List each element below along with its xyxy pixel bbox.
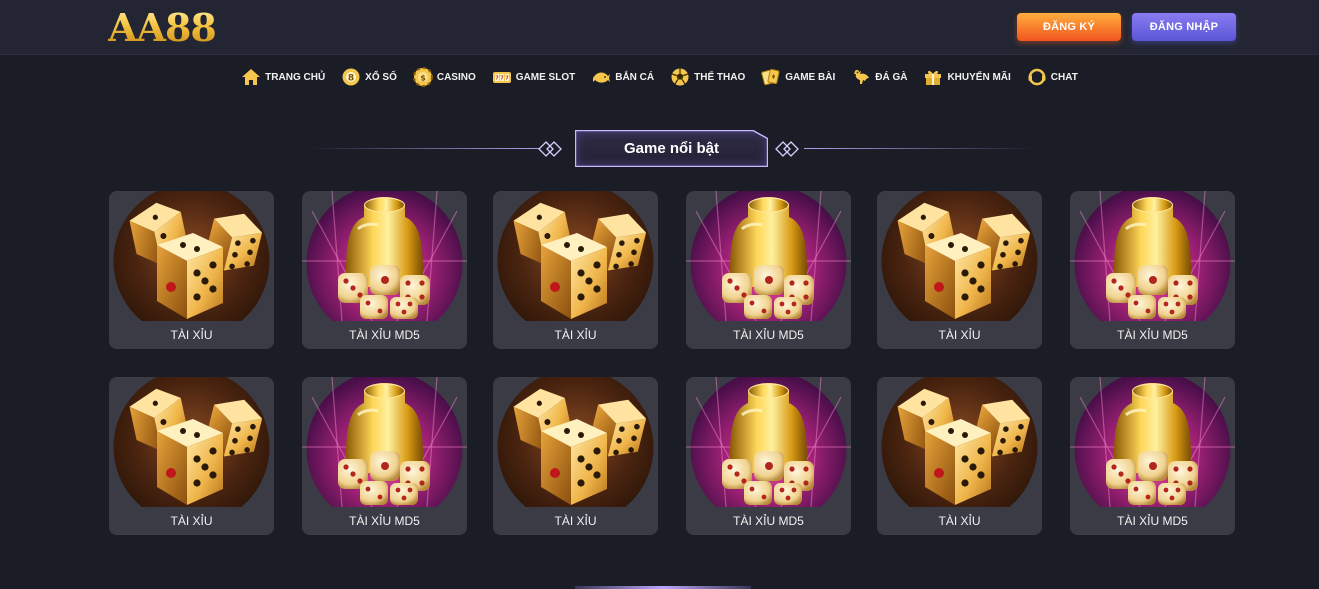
diamond-ornament-icon bbox=[538, 141, 562, 157]
svg-text:8: 8 bbox=[348, 74, 354, 84]
svg-text:7: 7 bbox=[505, 76, 509, 82]
dice-image bbox=[493, 377, 658, 507]
game-card-label: TÀI XỈU bbox=[109, 507, 274, 535]
dice-image bbox=[877, 191, 1042, 321]
dice-image bbox=[493, 191, 658, 321]
golden-cup-dice-image bbox=[686, 191, 851, 321]
nav-label: CASINO bbox=[436, 71, 476, 83]
nav-label: KHUYẾN MÃI bbox=[947, 71, 1011, 83]
svg-text:$: $ bbox=[420, 74, 426, 83]
dice-image bbox=[109, 377, 274, 507]
nav-item-sports[interactable]: THỂ THAO bbox=[662, 67, 753, 87]
game-card[interactable]: TÀI XỈU MD5 bbox=[1070, 377, 1235, 535]
rooster-icon bbox=[851, 67, 871, 87]
game-card[interactable]: TÀI XỈU MD5 bbox=[686, 377, 851, 535]
divider-line-left bbox=[310, 148, 540, 149]
game-card-label: TÀI XỈU MD5 bbox=[686, 321, 851, 349]
game-card[interactable]: TÀI XỈU MD5 bbox=[302, 191, 467, 349]
casino-chip-icon: $ bbox=[412, 67, 433, 87]
login-button[interactable]: ĐĂNG NHẬP bbox=[1132, 13, 1236, 41]
game-card-label: TÀI XỈU MD5 bbox=[686, 507, 851, 535]
game-card[interactable]: TÀI XỈU bbox=[493, 377, 658, 535]
game-card-label: TÀI XỈU bbox=[877, 321, 1042, 349]
soccer-ball-icon bbox=[670, 67, 690, 87]
golden-cup-dice-image bbox=[1070, 191, 1235, 321]
nav-label: TRANG CHỦ bbox=[265, 71, 326, 83]
home-icon bbox=[241, 67, 261, 87]
nav-item-promotions[interactable]: KHUYẾN MÃI bbox=[915, 67, 1018, 87]
nav-item-cockfight[interactable]: ĐÁ GÀ bbox=[843, 67, 915, 87]
chat-icon bbox=[1027, 67, 1047, 87]
game-card-label: TÀI XỈU bbox=[877, 507, 1042, 535]
game-card-label: TÀI XỈU bbox=[493, 507, 658, 535]
lottery-ball-icon: 8 bbox=[341, 67, 361, 87]
svg-text:7: 7 bbox=[500, 76, 504, 82]
game-card[interactable]: TÀI XỈU MD5 bbox=[686, 191, 851, 349]
golden-cup-dice-image bbox=[686, 377, 851, 507]
section-title: Game nổi bật bbox=[575, 130, 768, 167]
nav-label: GAME BÀI bbox=[785, 71, 836, 83]
nav-item-card-games[interactable]: GAME BÀI bbox=[753, 67, 843, 87]
game-card[interactable]: TÀI XỈU bbox=[109, 191, 274, 349]
golden-cup-dice-image bbox=[302, 191, 467, 321]
nav-label: CHAT bbox=[1050, 71, 1078, 83]
game-card[interactable]: TÀI XỈU MD5 bbox=[1070, 191, 1235, 349]
nav-label: GAME SLOT bbox=[515, 71, 576, 83]
featured-games-heading: Game nổi bật bbox=[0, 128, 1319, 168]
nav-item-casino[interactable]: $ CASINO bbox=[405, 67, 484, 87]
svg-text:7: 7 bbox=[495, 76, 499, 82]
game-card-label: TÀI XỈU bbox=[109, 321, 274, 349]
divider-line-right bbox=[804, 148, 1034, 149]
game-card-label: TÀI XỈU MD5 bbox=[302, 321, 467, 349]
site-logo[interactable]: AA88 bbox=[108, 5, 217, 50]
dice-image bbox=[109, 191, 274, 321]
nav-item-home[interactable]: TRANG CHỦ bbox=[233, 67, 333, 87]
game-card[interactable]: TÀI XỈU bbox=[877, 377, 1042, 535]
main-nav: TRANG CHỦ 8 XỔ SỐ $ CASINO 777 GAME SLOT… bbox=[0, 62, 1319, 92]
golden-cup-dice-image bbox=[1070, 377, 1235, 507]
playing-cards-icon bbox=[761, 67, 781, 87]
game-card-label: TÀI XỈU bbox=[493, 321, 658, 349]
register-button[interactable]: ĐĂNG KÝ bbox=[1017, 13, 1121, 41]
nav-label: ĐÁ GÀ bbox=[875, 71, 908, 83]
nav-item-slot[interactable]: 777 GAME SLOT bbox=[484, 67, 583, 87]
nav-item-fishing[interactable]: BẮN CÁ bbox=[583, 67, 662, 87]
game-card[interactable]: TÀI XỈU MD5 bbox=[302, 377, 467, 535]
top-header: AA88 ĐĂNG KÝ ĐĂNG NHẬP bbox=[0, 0, 1319, 55]
game-card[interactable]: TÀI XỈU bbox=[493, 191, 658, 349]
nav-label: THỂ THAO bbox=[694, 71, 746, 83]
nav-label: BẮN CÁ bbox=[615, 71, 655, 83]
fish-icon bbox=[591, 67, 611, 87]
dice-image bbox=[877, 377, 1042, 507]
nav-item-lottery[interactable]: 8 XỔ SỐ bbox=[333, 67, 405, 87]
game-card[interactable]: TÀI XỈU bbox=[877, 191, 1042, 349]
game-card-label: TÀI XỈU MD5 bbox=[1070, 507, 1235, 535]
game-card-label: TÀI XỈU MD5 bbox=[302, 507, 467, 535]
slot-machine-icon: 777 bbox=[492, 67, 512, 87]
diamond-ornament-icon bbox=[775, 141, 799, 157]
gift-icon bbox=[923, 67, 943, 87]
nav-label: XỔ SỐ bbox=[365, 71, 397, 83]
golden-cup-dice-image bbox=[302, 377, 467, 507]
game-card[interactable]: TÀI XỈU bbox=[109, 377, 274, 535]
game-card-label: TÀI XỈU MD5 bbox=[1070, 321, 1235, 349]
nav-item-chat[interactable]: CHAT bbox=[1019, 67, 1086, 87]
